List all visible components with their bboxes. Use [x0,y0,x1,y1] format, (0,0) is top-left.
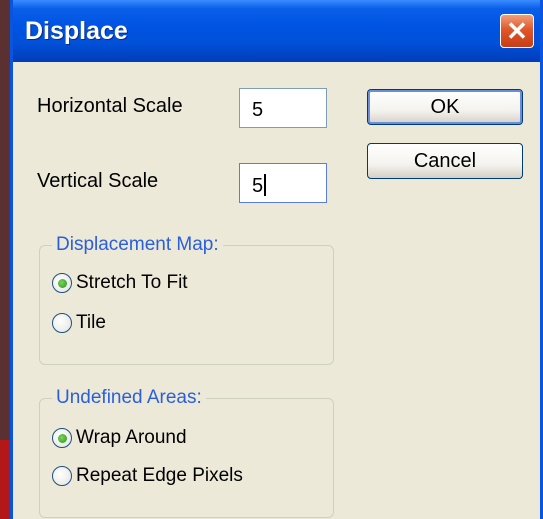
radio-button-icon [52,428,72,448]
displacement-map-group: Displacement Map: Stretch To Fit Tile [39,234,334,365]
horizontal-scale-value: 5 [252,99,264,121]
cancel-button[interactable]: Cancel [367,143,523,179]
radio-stretch-to-fit[interactable]: Stretch To Fit [52,272,188,294]
radio-wrap-around[interactable]: Wrap Around [52,427,187,449]
title-bar[interactable]: Displace ✕ [13,0,540,62]
displace-dialog: Displace ✕ Horizontal Scale 5 Vertical S… [10,0,543,519]
text-caret [264,174,267,196]
radio-tile[interactable]: Tile [52,312,106,334]
radio-selected-dot [57,433,67,443]
radio-button-icon [52,466,72,486]
vertical-scale-input[interactable]: 5 [239,163,327,203]
dialog-title: Displace [25,17,128,45]
close-icon: ✕ [506,16,528,46]
radio-label: Repeat Edge Pixels [76,465,243,486]
background-window-edge-red [0,440,10,519]
vertical-scale-value: 5 [252,175,264,197]
radio-repeat-edge-pixels[interactable]: Repeat Edge Pixels [52,465,243,487]
radio-label: Tile [76,312,106,333]
horizontal-scale-label: Horizontal Scale [37,95,183,117]
close-button[interactable]: ✕ [500,14,534,48]
displacement-map-legend: Displacement Map: [52,234,223,256]
horizontal-scale-input[interactable]: 5 [239,88,327,128]
radio-label: Wrap Around [76,427,187,448]
undefined-areas-legend: Undefined Areas: [52,387,206,409]
ok-button[interactable]: OK [367,89,523,125]
radio-button-icon [52,313,72,333]
radio-button-icon [52,273,72,293]
undefined-areas-group: Undefined Areas: Wrap Around Repeat Edge… [39,387,334,518]
radio-label: Stretch To Fit [76,272,188,293]
vertical-scale-label: Vertical Scale [37,170,159,192]
radio-selected-dot [57,278,67,288]
